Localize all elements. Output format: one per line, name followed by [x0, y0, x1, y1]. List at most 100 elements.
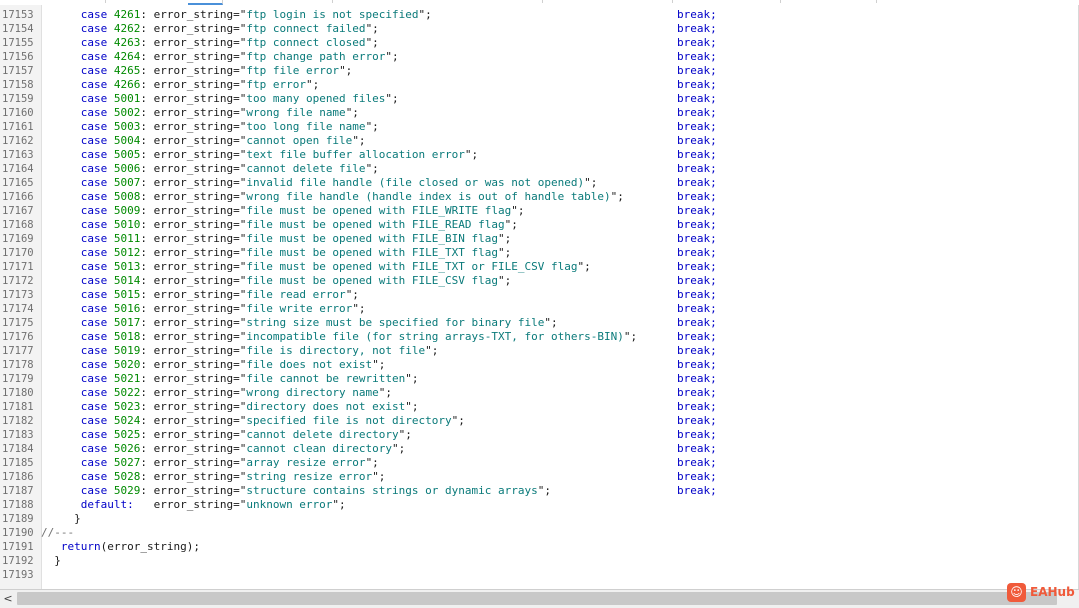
break-keyword: break;: [677, 22, 717, 35]
assignment: error_string=: [153, 204, 240, 217]
code-text: case 5008: error_string="wrong file hand…: [41, 190, 624, 204]
code-text: case 5021: error_string="file cannot be …: [41, 372, 419, 386]
assignment: error_string=: [153, 120, 240, 133]
case-keyword: case: [80, 456, 108, 469]
code-line: 17178 case 5020: error_string="file does…: [0, 358, 1079, 372]
break-keyword: break;: [677, 358, 717, 371]
break-keyword: break;: [677, 246, 717, 259]
error-code: 5021: [113, 372, 141, 385]
line-number: 17182: [2, 415, 34, 427]
code-line: 17170 case 5012: error_string="file must…: [0, 246, 1079, 260]
code-line: 17190 //---: [0, 526, 1079, 540]
error-code: 5007: [113, 176, 141, 189]
scrollbar-thumb[interactable]: [17, 592, 1057, 605]
code-line: 17176 case 5018: error_string="incompati…: [0, 330, 1079, 344]
break-keyword: break;: [677, 78, 717, 91]
code-line: 17159 case 5001: error_string="too many …: [0, 92, 1079, 106]
assignment: error_string=: [153, 260, 240, 273]
code-line: 17192 }: [0, 554, 1079, 568]
code-text: case 5024: error_string="specified file …: [41, 414, 465, 428]
code-text: case 5016: error_string="file write erro…: [41, 302, 366, 316]
tab[interactable]: [876, 0, 1079, 3]
tab[interactable]: [222, 0, 333, 3]
code-line: 17189 }: [0, 512, 1079, 526]
break-keyword: break;: [677, 260, 717, 273]
error-message: wrong file handle (handle index is out o…: [246, 190, 611, 203]
assignment: error_string=: [153, 470, 240, 483]
tab[interactable]: [332, 0, 543, 3]
code-line: 17182 case 5024: error_string="specified…: [0, 414, 1079, 428]
line-number: 17153: [2, 9, 34, 21]
tab[interactable]: [672, 0, 781, 3]
assignment: error_string=: [153, 190, 240, 203]
break-keyword: break;: [677, 92, 717, 105]
code-line: 17162 case 5004: error_string="cannot op…: [0, 134, 1079, 148]
error-code: 5029: [113, 484, 141, 497]
tab-active[interactable]: [188, 0, 223, 5]
line-number: 17154: [2, 23, 34, 35]
error-code: 4261: [113, 8, 141, 21]
code-line: 17172 case 5014: error_string="file must…: [0, 274, 1079, 288]
error-message: wrong file name: [246, 106, 346, 119]
break-keyword: break;: [677, 484, 717, 497]
code-text: case 5011: error_string="file must be op…: [41, 232, 512, 246]
error-message: file cannot be rewritten: [246, 372, 406, 385]
case-keyword: case: [80, 36, 108, 49]
error-code: 5016: [113, 302, 141, 315]
break-keyword: break;: [677, 218, 717, 231]
tab[interactable]: [542, 0, 673, 3]
assignment: error_string=: [153, 358, 240, 371]
assignment: error_string=: [153, 456, 240, 469]
error-code: 5002: [113, 106, 141, 119]
comment: //---: [41, 526, 75, 539]
error-message: too many opened files: [246, 92, 386, 105]
error-message: invalid file handle (file closed or was …: [246, 176, 585, 189]
error-message: cannot clean directory: [246, 442, 393, 455]
error-code: 5013: [113, 260, 141, 273]
case-keyword: case: [80, 232, 108, 245]
code-text: case 5019: error_string="file is directo…: [41, 344, 439, 358]
code-text: }: [41, 512, 81, 526]
line-number: 17162: [2, 135, 34, 147]
error-message: ftp connect closed: [246, 36, 366, 49]
code-line: 17158 case 4266: error_string="ftp error…: [0, 78, 1079, 92]
line-number: 17167: [2, 205, 34, 217]
error-code: 5003: [113, 120, 141, 133]
assignment: error_string=: [153, 400, 240, 413]
line-number: 17184: [2, 443, 34, 455]
tab[interactable]: [780, 0, 877, 3]
code-text: case 4261: error_string="ftp login is no…: [41, 8, 432, 22]
case-keyword: case: [80, 78, 108, 91]
code-text: case 5004: error_string="cannot open fil…: [41, 134, 366, 148]
code-editor[interactable]: 17153 case 4261: error_string="ftp login…: [0, 8, 1079, 588]
error-code: 5001: [113, 92, 141, 105]
error-code: 5009: [113, 204, 141, 217]
tab[interactable]: [0, 0, 106, 3]
case-keyword: case: [80, 204, 108, 217]
error-code: 4266: [113, 78, 141, 91]
error-message: file must be opened with FILE_TXT flag: [246, 246, 499, 259]
code-line: 17186 case 5028: error_string="string re…: [0, 470, 1079, 484]
code-line: 17181 case 5023: error_string="directory…: [0, 400, 1079, 414]
code-text: case 5015: error_string="file read error…: [41, 288, 359, 302]
code-line: 17164 case 5006: error_string="cannot de…: [0, 162, 1079, 176]
code-text: case 5026: error_string="cannot clean di…: [41, 442, 406, 456]
code-text: case 4262: error_string="ftp connect fai…: [41, 22, 379, 36]
line-number: 17174: [2, 303, 34, 315]
code-line: 17153 case 4261: error_string="ftp login…: [0, 8, 1079, 22]
code-line: 17180 case 5022: error_string="wrong dir…: [0, 386, 1079, 400]
scroll-left-arrow-icon[interactable]: <: [0, 590, 16, 608]
error-message: array resize error: [246, 456, 366, 469]
line-number: 17155: [2, 37, 34, 49]
code-text: case 5007: error_string="invalid file ha…: [41, 176, 598, 190]
assignment: error_string=: [153, 134, 240, 147]
assignment: error_string=: [153, 106, 240, 119]
line-number: 17181: [2, 401, 34, 413]
horizontal-scrollbar[interactable]: <: [0, 589, 1079, 608]
line-number: 17179: [2, 373, 34, 385]
code-text: case 5006: error_string="cannot delete f…: [41, 162, 379, 176]
